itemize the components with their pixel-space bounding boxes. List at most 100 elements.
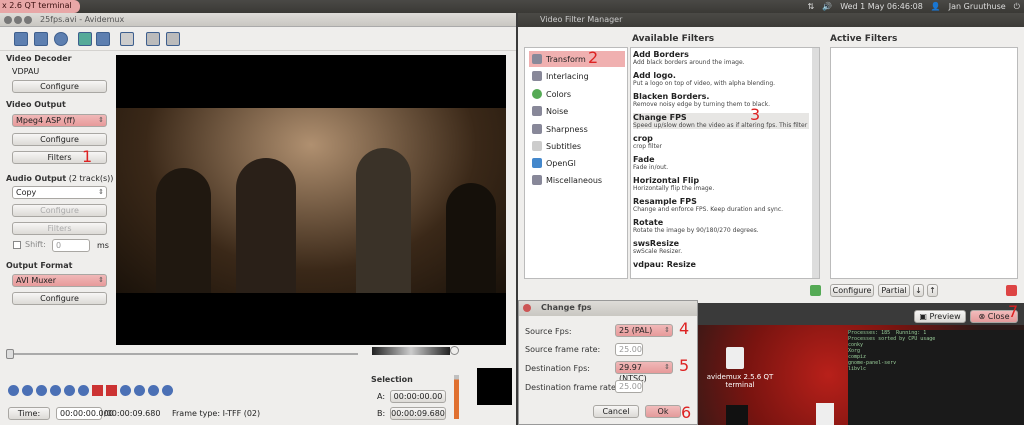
move-up-icon[interactable]: ↑ [927,284,938,297]
category-interlacing[interactable]: Interlacing [529,68,625,84]
input-view-icon[interactable] [146,32,160,46]
timeline-slider[interactable] [8,353,358,355]
filter-description: Put a logo on top of video, with alpha b… [633,80,776,87]
filter-item[interactable]: Add logo. Put a logo on top of video, wit… [633,71,809,87]
filter-item[interactable]: Horizontal Flip Horizontally flip the ima… [633,176,809,192]
previous-keyframe-icon[interactable] [50,385,61,396]
close-window-icon[interactable] [4,16,12,24]
category-label: Subtitles [546,141,582,151]
category-noise[interactable]: Noise [529,103,625,119]
file-icon[interactable] [726,347,744,369]
calculator-icon[interactable] [120,32,134,46]
filter-description: Speed up/slow down the video as if alter… [633,122,809,129]
marker-b-button[interactable]: 00:00:09.680 [390,407,446,420]
category-label: Transform [546,54,586,64]
preview-icon[interactable] [78,32,92,46]
last-frame-icon[interactable] [162,385,173,396]
time-button[interactable]: Time: [8,407,50,420]
output-view-icon[interactable] [166,32,180,46]
video-codec-select[interactable]: Mpeg4 ASP (ff) ⇕ [12,114,107,127]
audio-configure-button[interactable]: Configure [12,204,107,217]
timeline-handle[interactable] [6,349,14,359]
next-black-icon[interactable] [134,385,145,396]
set-marker-b-icon[interactable] [106,385,117,396]
current-time-input[interactable]: 00:00:00.000 [56,407,114,420]
partial-button[interactable]: Partial [878,284,910,297]
configure-filter-button[interactable]: Configure [830,284,874,297]
audio-codec-select[interactable]: Copy ⇕ [12,186,107,199]
first-frame-icon[interactable] [148,385,159,396]
category-transform[interactable]: Transform [529,51,625,67]
volume-meter [372,347,450,355]
next-frame-icon[interactable] [36,385,47,396]
network-icon[interactable]: ⇅ [808,2,815,11]
category-sharpness[interactable]: Sharpness [529,121,625,137]
minimize-window-icon[interactable] [14,16,22,24]
audio-output-header: Audio Output (2 track(s)) [6,174,113,183]
filter-item[interactable]: Resample FPS Change and enforce FPS. Keep… [633,197,809,213]
filter-item[interactable]: swsResize swScale Resizer. [633,239,809,255]
decoder-configure-button[interactable]: Configure [12,80,107,93]
category-colors[interactable]: Colors [529,86,625,102]
preview-button[interactable]: ▣ Preview [914,310,966,323]
rewind-icon[interactable] [78,385,89,396]
filter-item-selected[interactable]: Change FPS Speed up/slow down the video a… [633,113,809,129]
frame-type: Frame type: I-TFF (02) [172,409,261,418]
clock[interactable]: Wed 1 May 06:46:08 [840,2,923,11]
play-icon[interactable] [8,385,19,396]
active-app-title[interactable]: x 2.6 QT terminal [0,0,80,13]
window-titlebar: 25fps.avi - Avidemux [0,13,516,27]
ok-button[interactable]: Ok [645,405,681,418]
cancel-button[interactable]: Cancel [593,405,639,418]
filter-name: Change FPS [633,113,687,122]
set-marker-a-icon[interactable] [92,385,103,396]
shift-input[interactable]: 0 [52,239,90,252]
maximize-window-icon[interactable] [24,16,32,24]
save-image-icon[interactable] [96,32,110,46]
user-name[interactable]: Jan Gruuthuse [949,2,1006,11]
selection-label: Selection [371,375,413,384]
volume-slider[interactable] [454,375,459,419]
remove-filter-icon[interactable] [1006,285,1017,296]
film-icon[interactable] [726,405,748,425]
source-rate-input[interactable]: 25.00 [615,343,643,356]
next-keyframe-icon[interactable] [64,385,75,396]
dest-rate-input[interactable]: 25.00 [615,380,643,393]
video-configure-button[interactable]: Configure [12,133,107,146]
previous-frame-icon[interactable] [22,385,33,396]
filter-list-scrollbar[interactable] [812,48,819,278]
audio-filters-button[interactable]: Filters [12,222,107,235]
muxer-configure-button[interactable]: Configure [12,292,107,305]
muxer-select[interactable]: AVI Muxer ⇕ [12,274,107,287]
close-dialog-icon[interactable] [523,304,531,312]
filter-item[interactable]: Add Borders Add black borders around the … [633,50,809,66]
category-miscellaneous[interactable]: Miscellaneous [529,172,625,188]
category-subtitles[interactable]: Subtitles [529,138,625,154]
spin-arrows-icon: ⇕ [664,363,670,371]
previous-black-icon[interactable] [120,385,131,396]
conky-terminal: Processes: 185 Running: 1 Processes sort… [848,330,1024,425]
filter-item[interactable]: Rotate Rotate the image by 90/180/270 deg… [633,218,809,234]
volume-icon[interactable]: 🔊 [822,2,832,11]
video-codec-value: Mpeg4 ASP (ff) [16,116,76,125]
source-fps-select[interactable]: 25 (PAL) ⇕ [615,324,673,337]
shift-checkbox[interactable] [13,241,21,249]
save-icon[interactable] [34,32,48,46]
info-icon[interactable] [54,32,68,46]
category-opengl[interactable]: OpenGl [529,155,625,171]
filter-item[interactable]: crop crop filter [633,134,809,150]
open-icon[interactable] [14,32,28,46]
power-icon[interactable]: ⏻ [1014,2,1020,12]
jog-icon[interactable] [450,346,459,355]
video-filters-button[interactable]: Filters [12,151,107,164]
filter-item[interactable]: Blacken Borders. Remove noisy edge by tur… [633,92,809,108]
move-down-icon[interactable]: ↓ [913,284,924,297]
file-icon[interactable] [816,403,834,425]
filter-item[interactable]: vdpau: Resize [633,260,809,269]
dest-fps-select[interactable]: 29.97 (NTSC) ⇕ [615,361,673,383]
add-filter-icon[interactable] [810,285,821,296]
close-label: Close [987,312,1010,321]
marker-a-button[interactable]: 00:00:00.00 [390,390,446,403]
filter-name: Resample FPS [633,197,697,206]
filter-item[interactable]: Fade Fade in/out. [633,155,809,171]
